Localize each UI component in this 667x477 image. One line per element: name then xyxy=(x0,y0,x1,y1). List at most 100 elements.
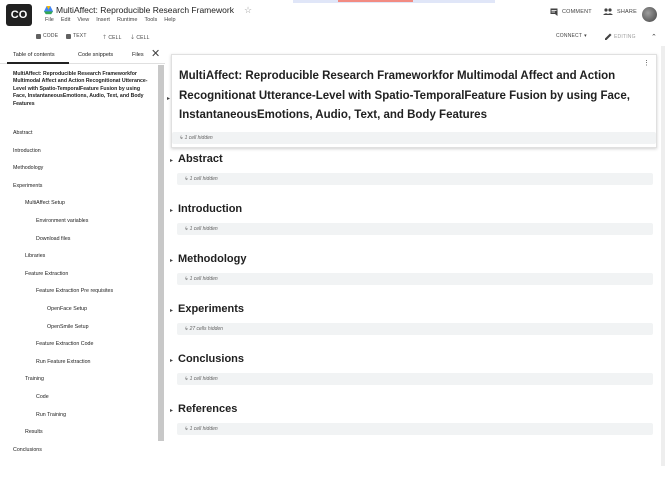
hidden-cells-label: ↳ 1 cell hidden xyxy=(179,135,213,141)
toc-item-title[interactable]: MultiAffect: Reproducible Research Frame… xyxy=(13,71,153,108)
section-heading[interactable]: Introduction xyxy=(178,203,242,215)
arrow-up-icon: 🡑 xyxy=(103,35,107,41)
pencil-icon xyxy=(605,33,612,40)
menu-view[interactable]: View xyxy=(77,17,89,23)
comment-icon xyxy=(550,8,558,16)
menu-edit[interactable]: Edit xyxy=(61,17,70,23)
plus-icon xyxy=(66,33,71,39)
hidden-cells-label: ↳ 1 cell hidden xyxy=(184,426,218,432)
toc-item[interactable]: Feature Extraction xyxy=(25,271,68,277)
account-avatar[interactable] xyxy=(642,7,657,22)
toc-item[interactable]: MultiAffect Setup xyxy=(25,200,65,206)
hidden-cells-indicator[interactable]: ↳ 1 cell hidden xyxy=(177,273,653,285)
section-heading[interactable]: Methodology xyxy=(178,253,246,265)
close-icon[interactable]: ✕ xyxy=(151,49,160,60)
collapse-arrow-icon[interactable]: ▸ xyxy=(167,95,170,102)
plus-icon xyxy=(36,33,41,39)
toc-item[interactable]: Download files xyxy=(36,236,70,242)
comment-button[interactable]: COMMENT xyxy=(550,8,592,16)
colab-logo[interactable]: CO xyxy=(6,4,32,26)
toc-item[interactable]: Conclusions xyxy=(13,447,42,453)
hidden-cells-label: ↳ 1 cell hidden xyxy=(184,276,218,282)
section-heading[interactable]: References xyxy=(178,403,237,415)
move-cell-up-button[interactable]: 🡑 CELL xyxy=(103,33,122,43)
hidden-cells-label: ↳ 1 cell hidden xyxy=(184,176,218,182)
editing-label: EDITING xyxy=(614,33,636,40)
loading-progress-bar xyxy=(293,0,495,3)
tab-code-snippets[interactable]: Code snippets xyxy=(78,52,113,58)
chevron-up-icon: ⌃ xyxy=(651,34,658,41)
move-cell-down-label: CELL xyxy=(136,35,150,41)
add-text-button[interactable]: TEXT xyxy=(66,33,87,39)
document-title[interactable]: MultiAffect: Reproducible Research Frame… xyxy=(56,5,234,15)
collapse-header-button[interactable]: ⌃ xyxy=(651,33,657,41)
toc-item[interactable]: Introduction xyxy=(13,148,41,154)
toc-item[interactable]: Run Training xyxy=(36,412,66,418)
share-button[interactable]: SHARE xyxy=(603,8,637,15)
move-cell-up-label: CELL xyxy=(108,35,122,41)
hidden-cells-indicator[interactable]: ↳ 27 cells hidden xyxy=(177,323,653,335)
menu-runtime[interactable]: Runtime xyxy=(117,17,137,23)
add-code-button[interactable]: CODE xyxy=(36,33,58,39)
menu-bar: File Edit View Insert Runtime Tools Help xyxy=(45,17,176,23)
sidebar-tabs: Table of contents Code snippets Files ✕ xyxy=(0,46,165,64)
notebook-title: MultiAffect: Reproducible Research Frame… xyxy=(179,70,630,121)
title-cell[interactable]: ⋮ ▸ MultiAffect: Reproducible Research F… xyxy=(167,54,657,148)
hidden-cells-label: ↳ 1 cell hidden xyxy=(184,376,218,382)
toc-item[interactable]: OpenFace Setup xyxy=(47,306,87,312)
toc-item[interactable]: Methodology xyxy=(13,165,43,171)
menu-help[interactable]: Help xyxy=(164,17,175,23)
toc-item[interactable]: OpenSmile Setup xyxy=(47,324,89,330)
toc-item[interactable]: Training xyxy=(25,376,44,382)
toc-item[interactable]: Environment variables xyxy=(36,218,88,224)
collapse-arrow-icon[interactable]: ▸ xyxy=(170,257,173,264)
menu-insert[interactable]: Insert xyxy=(96,17,110,23)
top-bar: CO MultiAffect: Reproducible Research Fr… xyxy=(0,0,667,30)
document-title-area: MultiAffect: Reproducible Research Frame… xyxy=(44,4,252,16)
section-heading[interactable]: Experiments xyxy=(178,303,244,315)
hidden-cells-indicator[interactable]: ↳ 1 cell hidden xyxy=(177,373,653,385)
toc-item[interactable]: Code xyxy=(36,394,49,400)
hidden-cells-label: ↳ 1 cell hidden xyxy=(184,226,218,232)
collapse-arrow-icon[interactable]: ▸ xyxy=(170,157,173,164)
notebook-toolbar: CODE TEXT 🡑 CELL 🡓 CELL CONNECT ▾ EDITIN… xyxy=(0,30,667,44)
editing-mode-button[interactable]: EDITING xyxy=(605,33,636,40)
hidden-cells-label: ↳ 27 cells hidden xyxy=(184,326,223,332)
menu-file[interactable]: File xyxy=(45,17,54,23)
hidden-cells-indicator[interactable]: ↳ 1 cell hidden xyxy=(172,132,656,144)
sidebar-scrollbar[interactable] xyxy=(158,65,164,441)
connect-button[interactable]: CONNECT ▾ xyxy=(556,33,587,39)
add-code-label: CODE xyxy=(43,33,59,39)
collapse-arrow-icon[interactable]: ▸ xyxy=(170,207,173,214)
tab-files[interactable]: Files xyxy=(132,52,144,58)
menu-tools[interactable]: Tools xyxy=(144,17,157,23)
people-icon xyxy=(603,8,613,15)
share-label: SHARE xyxy=(617,8,637,15)
toc-item[interactable]: Feature Extraction Pre requisites xyxy=(36,288,113,294)
collapse-arrow-icon[interactable]: ▸ xyxy=(170,357,173,364)
toc-item[interactable]: Abstract xyxy=(13,130,32,136)
toc-item[interactable]: Feature Extraction Code xyxy=(36,341,93,347)
toc-item[interactable]: Experiments xyxy=(13,183,42,189)
move-cell-down-button[interactable]: 🡓 CELL xyxy=(131,33,150,43)
toc-item[interactable]: Results xyxy=(25,429,43,435)
collapse-arrow-icon[interactable]: ▸ xyxy=(170,407,173,414)
main-scrollbar[interactable] xyxy=(661,46,665,466)
collapse-arrow-icon[interactable]: ▸ xyxy=(170,307,173,314)
drive-icon xyxy=(44,5,53,14)
section-heading[interactable]: Conclusions xyxy=(178,353,244,365)
toc-item[interactable]: Run Feature Extraction xyxy=(36,359,90,365)
hidden-cells-indicator[interactable]: ↳ 1 cell hidden xyxy=(177,223,653,235)
add-text-label: TEXT xyxy=(73,33,87,39)
star-icon[interactable]: ☆ xyxy=(244,5,252,16)
more-options-icon[interactable]: ⋮ xyxy=(643,59,650,67)
sidebar: Table of contents Code snippets Files ✕ … xyxy=(0,46,165,477)
hidden-cells-indicator[interactable]: ↳ 1 cell hidden xyxy=(177,423,653,435)
connect-label: CONNECT xyxy=(556,33,583,39)
loading-progress-fill xyxy=(338,0,413,2)
section-heading[interactable]: Abstract xyxy=(178,153,223,165)
chevron-down-icon: ▾ xyxy=(584,33,587,39)
tab-table-of-contents[interactable]: Table of contents xyxy=(13,52,55,58)
toc-item[interactable]: Libraries xyxy=(25,253,45,259)
hidden-cells-indicator[interactable]: ↳ 1 cell hidden xyxy=(177,173,653,185)
